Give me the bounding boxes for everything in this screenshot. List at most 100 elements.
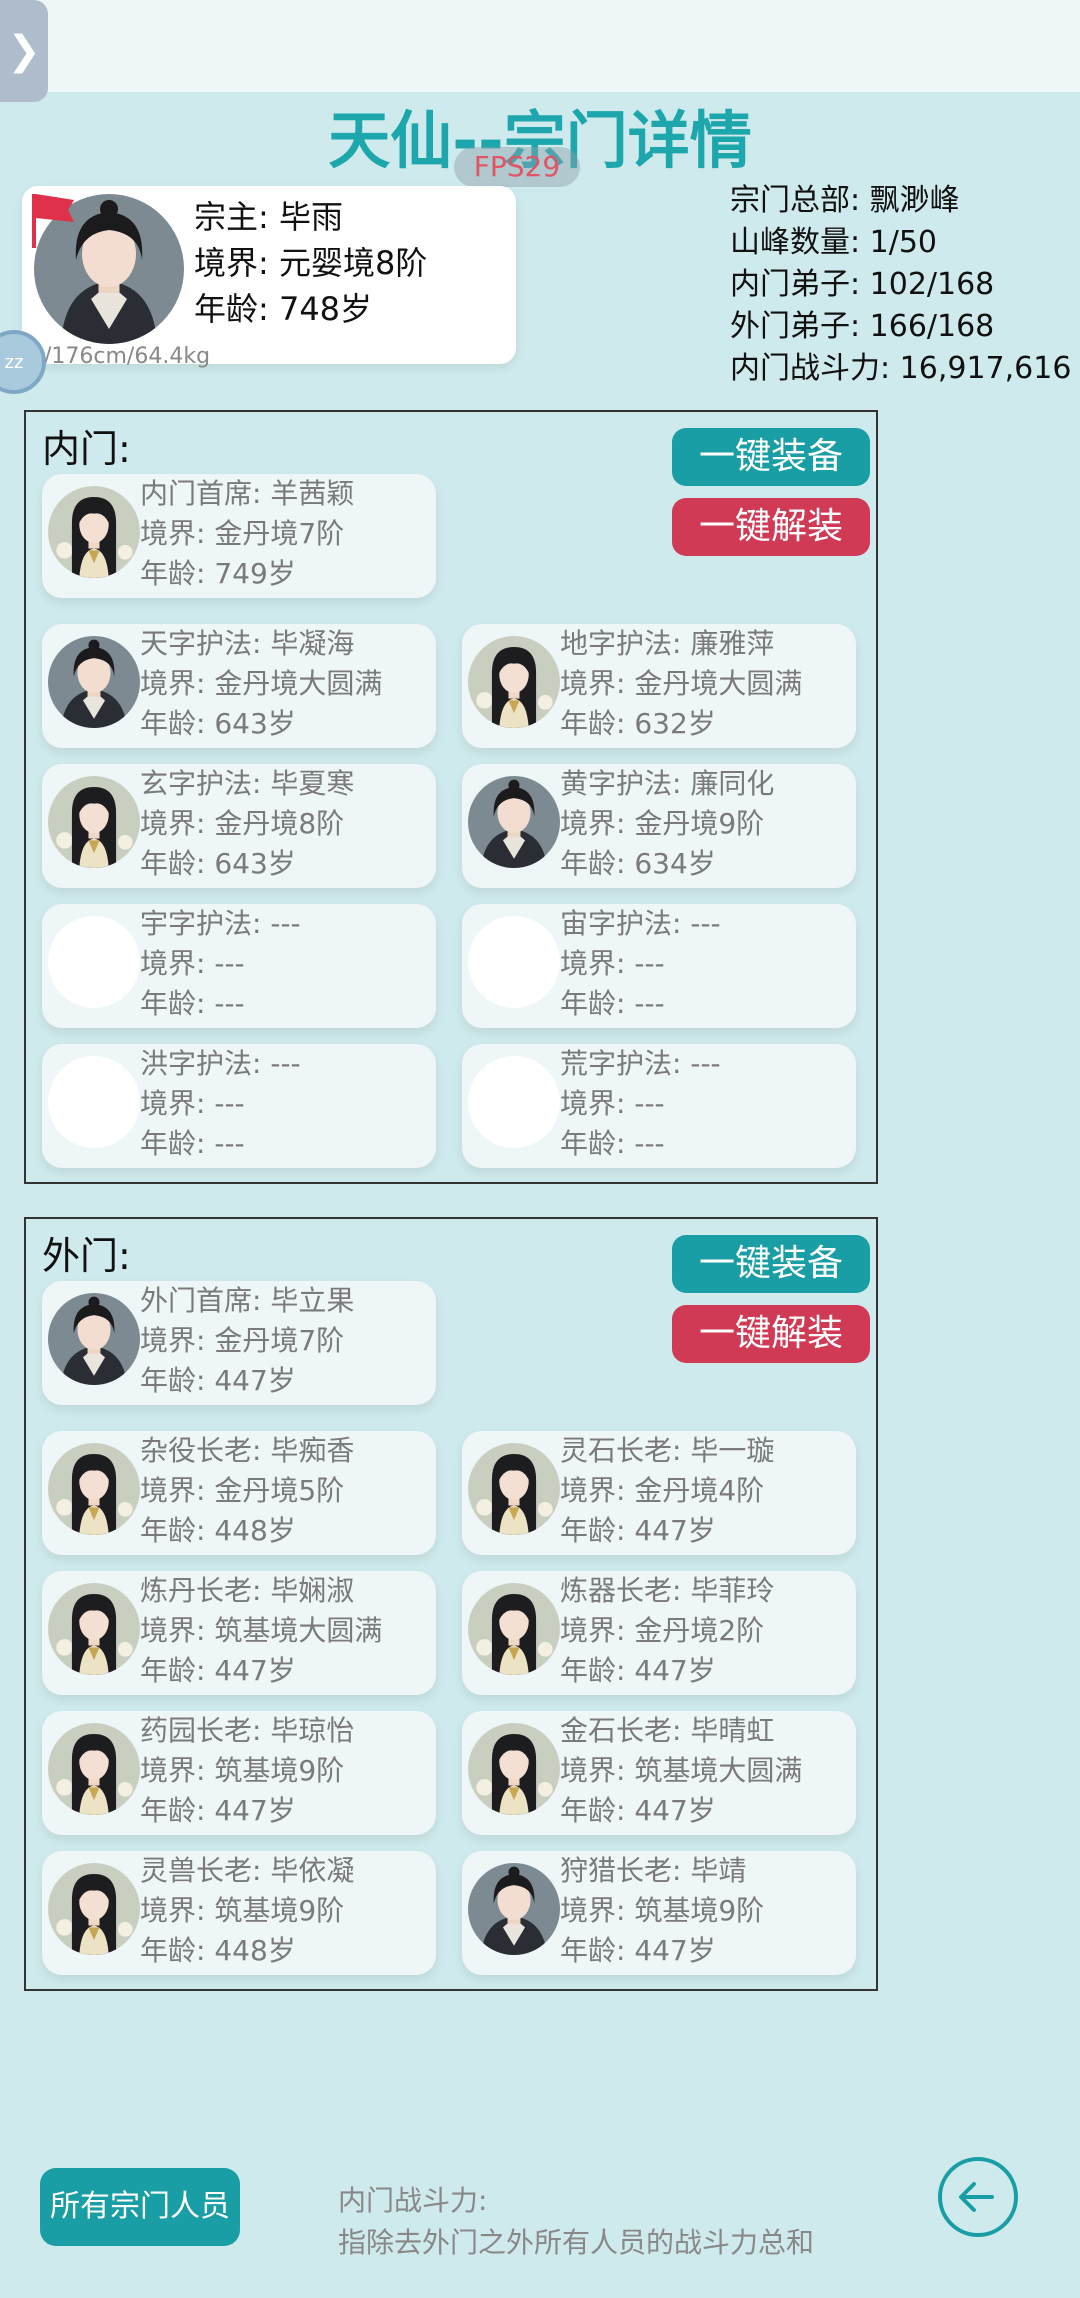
outer-member-card[interactable]: 狩猎长老: 毕靖 境界: 筑基境9阶 年龄: 447岁	[462, 1851, 856, 1975]
member-title: 外门首席: 毕立果	[140, 1284, 355, 1317]
empty-avatar-slot	[48, 1056, 140, 1148]
member-avatar	[48, 1583, 140, 1675]
member-avatar	[48, 636, 140, 728]
inner-unequip-all-button[interactable]: 一键解装	[672, 498, 870, 556]
flag-icon	[32, 194, 74, 248]
member-age: 年龄: ---	[560, 1127, 665, 1160]
member-age: 年龄: 448岁	[140, 1514, 296, 1547]
member-avatar	[48, 1723, 140, 1815]
outer-member-card[interactable]: 金石长老: 毕晴虹 境界: 筑基境大圆满 年龄: 447岁	[462, 1711, 856, 1835]
member-title: 天字护法: 毕凝海	[140, 627, 355, 660]
leader-stats: 男/176cm/64.4kg	[22, 344, 211, 369]
member-age: 年龄: ---	[560, 987, 665, 1020]
note-title: 内门战斗力:	[338, 2184, 488, 2217]
member-avatar	[468, 1443, 560, 1535]
member-realm: 境界: 筑基境9阶	[140, 1894, 345, 1927]
empty-avatar-slot	[468, 916, 560, 1008]
member-title: 灵兽长老: 毕依凝	[140, 1854, 355, 1887]
all-sect-members-button[interactable]: 所有宗门人员	[40, 2168, 240, 2246]
member-avatar	[468, 1583, 560, 1675]
inner-sect-panel: 内门: 一键装备 一键解装 内门首席: 羊茜颖 境界: 金丹境7阶 年龄: 749岁…	[24, 410, 878, 1184]
inner-member-card[interactable]: 玄字护法: 毕夏寒 境界: 金丹境8阶 年龄: 643岁	[42, 764, 436, 888]
member-realm: 境界: 金丹境5阶	[140, 1474, 345, 1507]
member-age: 年龄: 447岁	[560, 1654, 716, 1687]
member-avatar	[48, 1443, 140, 1535]
member-age: 年龄: 447岁	[140, 1794, 296, 1827]
top-bar	[0, 0, 1080, 92]
member-realm: 境界: 金丹境大圆满	[560, 667, 803, 700]
member-realm: 境界: 筑基境9阶	[560, 1894, 765, 1927]
inner-disciple-count: 内门弟子: 102/168	[730, 267, 995, 302]
outer-member-card[interactable]: 杂役长老: 毕痴香 境界: 金丹境5阶 年龄: 448岁	[42, 1431, 436, 1555]
inner-member-card[interactable]: 地字护法: 廉雅萍 境界: 金丹境大圆满 年龄: 632岁	[462, 624, 856, 748]
member-title: 金石长老: 毕晴虹	[560, 1714, 775, 1747]
outer-chief-card[interactable]: 外门首席: 毕立果 境界: 金丹境7阶 年龄: 447岁	[42, 1281, 436, 1405]
inner-member-card[interactable]: 黄字护法: 廉同化 境界: 金丹境9阶 年龄: 634岁	[462, 764, 856, 888]
outer-equip-all-button[interactable]: 一键装备	[672, 1235, 870, 1293]
leader-name: 宗主: 毕雨	[194, 198, 343, 236]
member-age: 年龄: ---	[140, 1127, 245, 1160]
member-avatar	[468, 776, 560, 868]
inner-member-card[interactable]: 荒字护法: --- 境界: --- 年龄: ---	[462, 1044, 856, 1168]
member-realm: 境界: ---	[140, 1087, 245, 1120]
member-avatar	[48, 1293, 140, 1385]
member-realm: 境界: 金丹境9阶	[560, 807, 765, 840]
side-menu-toggle[interactable]: ❯	[0, 0, 48, 102]
member-realm: 境界: ---	[560, 1087, 665, 1120]
sect-info: 宗门总部: 飘渺峰 山峰数量: 1/50 内门弟子: 102/168 外门弟子:…	[730, 180, 1071, 390]
member-age: 年龄: 634岁	[560, 847, 716, 880]
member-age: 年龄: 447岁	[140, 1364, 296, 1397]
outer-member-card[interactable]: 灵石长老: 毕一璇 境界: 金丹境4阶 年龄: 447岁	[462, 1431, 856, 1555]
member-realm: 境界: 筑基境9阶	[140, 1754, 345, 1787]
member-realm: 境界: 筑基境大圆满	[140, 1614, 383, 1647]
member-avatar	[468, 636, 560, 728]
inner-chief-card[interactable]: 内门首席: 羊茜颖 境界: 金丹境7阶 年龄: 749岁	[42, 474, 436, 598]
member-title: 洪字护法: ---	[140, 1047, 301, 1080]
member-title: 杂役长老: 毕痴香	[140, 1434, 355, 1467]
member-age: 年龄: 447岁	[560, 1934, 716, 1967]
member-realm: 境界: ---	[560, 947, 665, 980]
member-realm: 境界: 金丹境8阶	[140, 807, 345, 840]
outer-member-card[interactable]: 炼器长老: 毕菲玲 境界: 金丹境2阶 年龄: 447岁	[462, 1571, 856, 1695]
inner-member-card[interactable]: 洪字护法: --- 境界: --- 年龄: ---	[42, 1044, 436, 1168]
empty-avatar-slot	[48, 916, 140, 1008]
member-avatar	[48, 776, 140, 868]
fps-counter: FPS29	[454, 147, 580, 187]
empty-avatar-slot	[468, 1056, 560, 1148]
inner-equip-all-button[interactable]: 一键装备	[672, 428, 870, 486]
member-avatar	[468, 1863, 560, 1955]
member-title: 宙字护法: ---	[560, 907, 721, 940]
sect-hq: 宗门总部: 飘渺峰	[730, 183, 960, 218]
member-avatar	[48, 486, 140, 578]
outer-member-card[interactable]: 炼丹长老: 毕娴淑 境界: 筑基境大圆满 年龄: 447岁	[42, 1571, 436, 1695]
member-realm: 境界: 金丹境7阶	[140, 517, 345, 550]
member-realm: 境界: 金丹境7阶	[140, 1324, 345, 1357]
member-title: 灵石长老: 毕一璇	[560, 1434, 775, 1467]
note-text: 指除去外门之外所有人员的战斗力总和	[338, 2226, 815, 2259]
combat-power-note: 内门战斗力: 指除去外门之外所有人员的战斗力总和	[338, 2180, 814, 2264]
member-age: 年龄: 632岁	[560, 707, 716, 740]
member-age: 年龄: 447岁	[140, 1654, 296, 1687]
member-realm: 境界: 金丹境4阶	[560, 1474, 765, 1507]
outer-sect-label: 外门:	[42, 1234, 131, 1278]
inner-combat-power: 内门战斗力: 16,917,616	[730, 351, 1072, 386]
member-title: 药园长老: 毕琼怡	[140, 1714, 355, 1747]
member-age: 年龄: 643岁	[140, 847, 296, 880]
member-realm: 境界: 金丹境大圆满	[140, 667, 383, 700]
outer-member-card[interactable]: 药园长老: 毕琼怡 境界: 筑基境9阶 年龄: 447岁	[42, 1711, 436, 1835]
member-title: 黄字护法: 廉同化	[560, 767, 775, 800]
outer-unequip-all-button[interactable]: 一键解装	[672, 1305, 870, 1363]
member-title: 荒字护法: ---	[560, 1047, 721, 1080]
member-age: 年龄: 448岁	[140, 1934, 296, 1967]
member-age: 年龄: 447岁	[560, 1514, 716, 1547]
outer-member-card[interactable]: 灵兽长老: 毕依凝 境界: 筑基境9阶 年龄: 448岁	[42, 1851, 436, 1975]
inner-member-card[interactable]: 宙字护法: --- 境界: --- 年龄: ---	[462, 904, 856, 1028]
inner-member-card[interactable]: 天字护法: 毕凝海 境界: 金丹境大圆满 年龄: 643岁	[42, 624, 436, 748]
inner-member-card[interactable]: 宇字护法: --- 境界: --- 年龄: ---	[42, 904, 436, 1028]
sect-leader-card[interactable]: 宗主: 毕雨 境界: 元婴境8阶 年龄: 748岁 男/176cm/64.4kg	[22, 186, 516, 369]
member-age: 年龄: 447岁	[560, 1794, 716, 1827]
member-title: 炼器长老: 毕菲玲	[560, 1574, 775, 1607]
leader-age: 年龄: 748岁	[194, 290, 373, 328]
member-age: 年龄: 643岁	[140, 707, 296, 740]
back-arrow-icon[interactable]	[936, 2155, 1020, 2239]
